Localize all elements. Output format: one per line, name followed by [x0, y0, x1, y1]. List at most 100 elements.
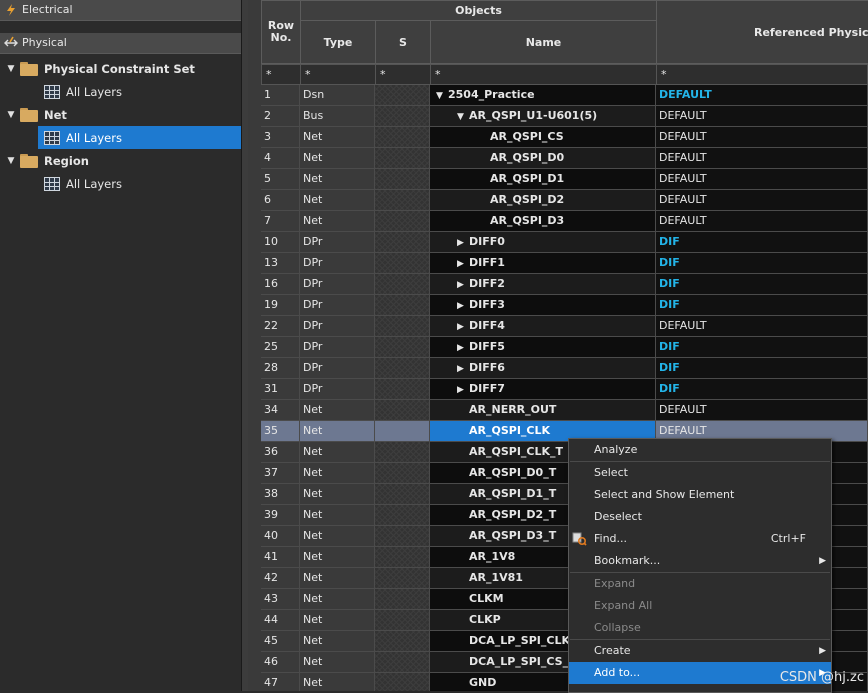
- row-number-cell[interactable]: 37: [261, 463, 300, 484]
- header-row-no[interactable]: Row No.: [261, 0, 301, 64]
- type-cell[interactable]: DPr: [300, 232, 375, 253]
- type-cell[interactable]: Bus: [300, 106, 375, 127]
- s-cell[interactable]: [375, 568, 430, 589]
- row-number-cell[interactable]: 4: [261, 148, 300, 169]
- row-number-cell[interactable]: 2: [261, 106, 300, 127]
- s-cell[interactable]: [375, 505, 430, 526]
- expand-right-icon[interactable]: ▶: [457, 317, 469, 336]
- s-cell[interactable]: [375, 316, 430, 337]
- name-cell[interactable]: ▶ DIFF2: [430, 274, 656, 295]
- type-cell[interactable]: Net: [300, 421, 375, 442]
- s-cell[interactable]: [375, 421, 430, 442]
- type-cell[interactable]: Net: [300, 190, 375, 211]
- referenced-cs-cell[interactable]: DIF: [656, 232, 868, 253]
- name-cell[interactable]: ▶ DIFF0: [430, 232, 656, 253]
- tree-item-region[interactable]: ▼ Region: [0, 149, 241, 172]
- section-physical[interactable]: Physical: [0, 33, 241, 54]
- table-row[interactable]: 13 DPr ▶ DIFF1 DIF: [248, 253, 868, 274]
- s-cell[interactable]: [375, 631, 430, 652]
- type-cell[interactable]: DPr: [300, 337, 375, 358]
- table-row[interactable]: 19 DPr ▶ DIFF3 DIF: [248, 295, 868, 316]
- type-cell[interactable]: DPr: [300, 253, 375, 274]
- s-cell[interactable]: [375, 526, 430, 547]
- type-cell[interactable]: DPr: [300, 274, 375, 295]
- tree-item-all-layers[interactable]: All Layers: [0, 172, 241, 195]
- header-type[interactable]: Type: [300, 20, 376, 64]
- menu-item-bookmark[interactable]: Bookmark... ▶: [569, 550, 831, 572]
- name-cell[interactable]: ▼ AR_QSPI_U1-U601(5): [430, 106, 656, 127]
- s-cell[interactable]: [375, 85, 430, 106]
- row-number-cell[interactable]: 16: [261, 274, 300, 295]
- row-number-cell[interactable]: 44: [261, 610, 300, 631]
- s-cell[interactable]: [375, 652, 430, 673]
- type-cell[interactable]: Net: [300, 610, 375, 631]
- referenced-cs-cell[interactable]: DEFAULT: [656, 400, 868, 421]
- row-number-cell[interactable]: 34: [261, 400, 300, 421]
- filter-row-no[interactable]: *: [261, 64, 301, 85]
- type-cell[interactable]: Dsn: [300, 85, 375, 106]
- referenced-cs-cell[interactable]: DEFAULT: [656, 106, 868, 127]
- expand-right-icon[interactable]: ▶: [457, 296, 469, 315]
- row-number-cell[interactable]: 40: [261, 526, 300, 547]
- expand-right-icon[interactable]: ▶: [457, 338, 469, 357]
- row-number-cell[interactable]: 5: [261, 169, 300, 190]
- name-cell[interactable]: ▶ DIFF1: [430, 253, 656, 274]
- tree-item-all-layers-selected[interactable]: All Layers: [38, 126, 241, 149]
- s-cell[interactable]: [375, 400, 430, 421]
- table-row[interactable]: 1 Dsn ▼ 2504_Practice DEFAULT: [248, 85, 868, 106]
- row-number-cell[interactable]: 1: [261, 85, 300, 106]
- s-cell[interactable]: [375, 127, 430, 148]
- menu-item-select[interactable]: Select: [569, 462, 831, 484]
- s-cell[interactable]: [375, 169, 430, 190]
- filter-name[interactable]: *: [430, 64, 657, 85]
- row-number-cell[interactable]: 46: [261, 652, 300, 673]
- menu-item-create[interactable]: Create ▶: [569, 640, 831, 662]
- menu-item-find[interactable]: Find... Ctrl+F: [569, 528, 831, 550]
- type-cell[interactable]: Net: [300, 484, 375, 505]
- type-cell[interactable]: Net: [300, 127, 375, 148]
- s-cell[interactable]: [375, 253, 430, 274]
- row-number-cell[interactable]: 35: [261, 421, 300, 442]
- type-cell[interactable]: Net: [300, 169, 375, 190]
- row-number-cell[interactable]: 19: [261, 295, 300, 316]
- chevron-down-icon[interactable]: ▼: [4, 64, 18, 74]
- type-cell[interactable]: Net: [300, 211, 375, 232]
- section-electrical[interactable]: Electrical: [0, 0, 241, 21]
- type-cell[interactable]: Net: [300, 547, 375, 568]
- tree-item-physical-constraint-set[interactable]: ▼ Physical Constraint Set: [0, 57, 241, 80]
- s-cell[interactable]: [375, 484, 430, 505]
- s-cell[interactable]: [375, 337, 430, 358]
- row-number-cell[interactable]: 13: [261, 253, 300, 274]
- table-row[interactable]: 16 DPr ▶ DIFF2 DIF: [248, 274, 868, 295]
- row-number-cell[interactable]: 6: [261, 190, 300, 211]
- expand-right-icon[interactable]: ▶: [457, 380, 469, 399]
- s-cell[interactable]: [375, 589, 430, 610]
- row-number-cell[interactable]: 7: [261, 211, 300, 232]
- name-cell[interactable]: ▶ DIFF3: [430, 295, 656, 316]
- type-cell[interactable]: DPr: [300, 358, 375, 379]
- type-cell[interactable]: Net: [300, 568, 375, 589]
- name-cell[interactable]: ▼ 2504_Practice: [430, 85, 656, 106]
- expand-right-icon[interactable]: ▶: [457, 359, 469, 378]
- row-number-cell[interactable]: 28: [261, 358, 300, 379]
- name-cell[interactable]: ▶ DIFF5: [430, 337, 656, 358]
- table-row[interactable]: 10 DPr ▶ DIFF0 DIF: [248, 232, 868, 253]
- tree-item-net[interactable]: ▼ Net: [0, 103, 241, 126]
- referenced-cs-cell[interactable]: DEFAULT: [656, 148, 868, 169]
- table-row[interactable]: 31 DPr ▶ DIFF7 DIF: [248, 379, 868, 400]
- name-cell[interactable]: ▶ DIFF6: [430, 358, 656, 379]
- table-row[interactable]: 2 Bus ▼ AR_QSPI_U1-U601(5) DEFAULT: [248, 106, 868, 127]
- filter-type[interactable]: *: [300, 64, 376, 85]
- row-number-cell[interactable]: 36: [261, 442, 300, 463]
- table-row[interactable]: 7 Net AR_QSPI_D3 DEFAULT: [248, 211, 868, 232]
- type-cell[interactable]: Net: [300, 673, 375, 691]
- name-cell[interactable]: ▶ DIFF7: [430, 379, 656, 400]
- menu-item-analyze[interactable]: Analyze: [569, 439, 831, 461]
- s-cell[interactable]: [375, 547, 430, 568]
- name-cell[interactable]: AR_QSPI_D0: [430, 148, 656, 169]
- name-cell[interactable]: AR_NERR_OUT: [430, 400, 656, 421]
- name-cell[interactable]: AR_QSPI_D2: [430, 190, 656, 211]
- menu-item-select-and-show-element[interactable]: Select and Show Element: [569, 484, 831, 506]
- type-cell[interactable]: Net: [300, 505, 375, 526]
- row-number-cell[interactable]: 10: [261, 232, 300, 253]
